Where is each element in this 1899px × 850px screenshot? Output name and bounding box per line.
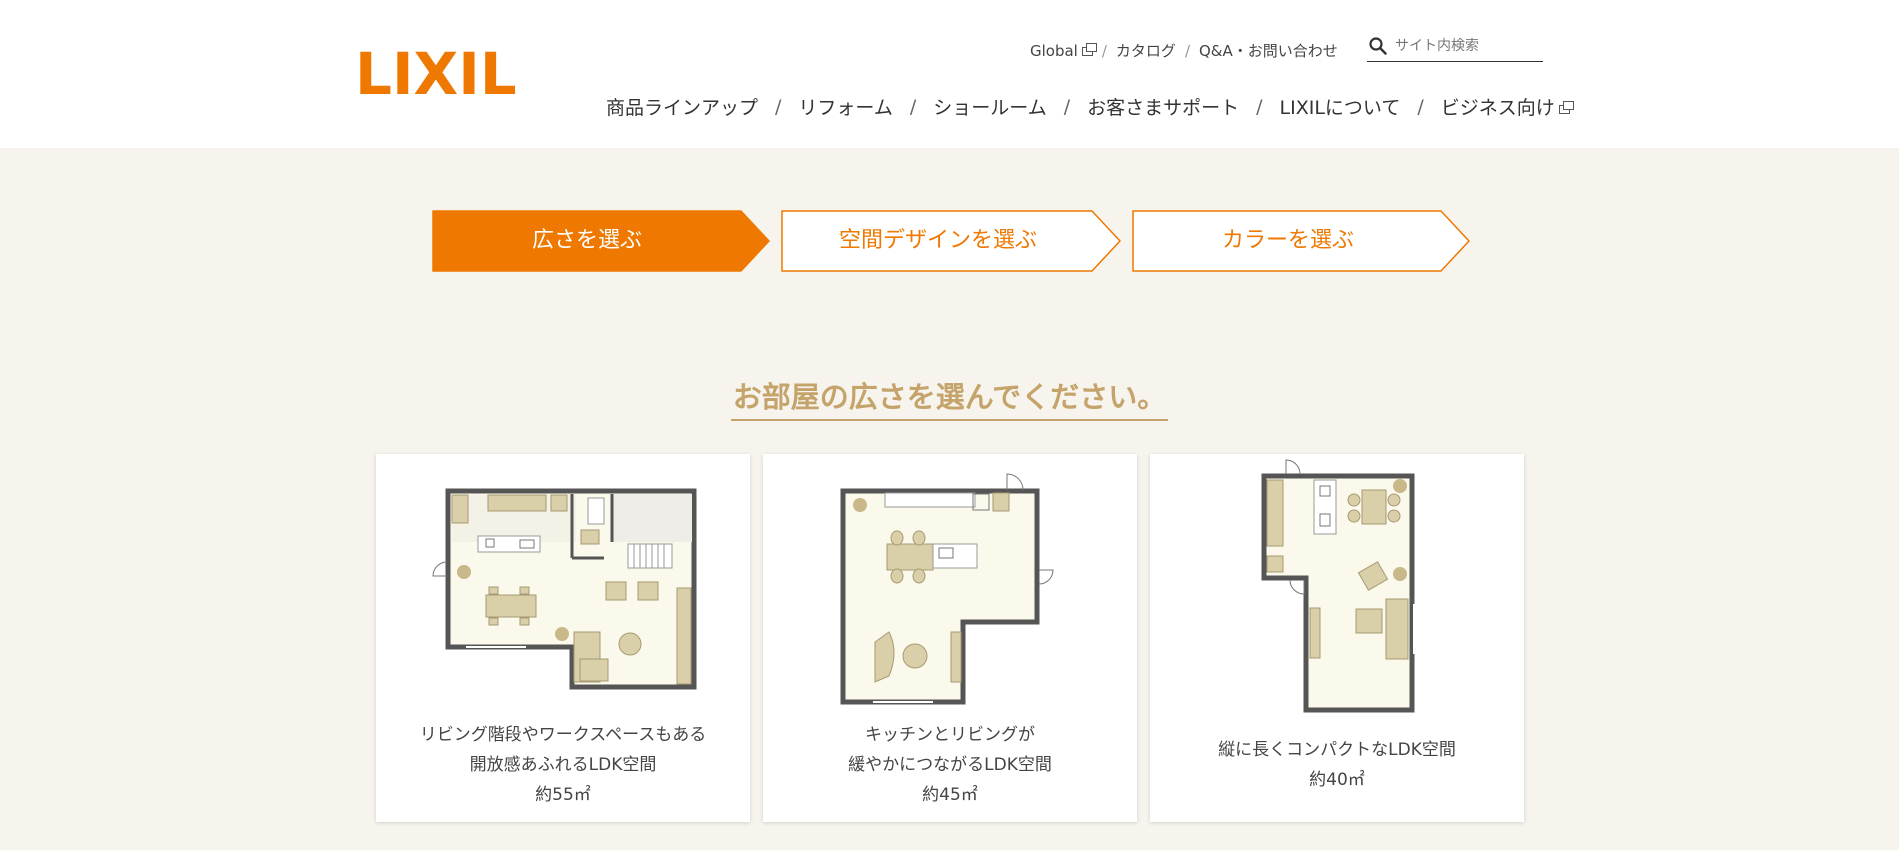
logo-text: LIXIL: [355, 40, 515, 100]
site-header: LIXIL Global / カタログ / Q&A・お問い合わせ 商品ラインアッ…: [0, 0, 1899, 148]
main-nav: 商品ラインアップ / リフォーム / ショールーム / お客さまサポート / L…: [606, 93, 1574, 120]
nav-separator: /: [909, 95, 917, 118]
search-input[interactable]: [1393, 37, 1537, 55]
step-size-label: 広さを選ぶ: [531, 228, 642, 253]
floorplan-card-55[interactable]: リビング階段やワークスペースもある 開放感あふれるLDK空間 約55㎡: [376, 454, 750, 822]
main-content: 広さを選ぶ 空間デザインを選ぶ カラーを選ぶ お部屋の広さを選んでください。 リ…: [0, 148, 1899, 850]
nav-products[interactable]: 商品ラインアップ: [606, 93, 758, 120]
floorplan-45-desc: キッチンとリビングが 緩やかにつながるLDK空間 約45㎡: [763, 720, 1137, 810]
site-search: [1367, 31, 1543, 62]
nav-separator: /: [1256, 95, 1263, 118]
nav-business-label: ビジネス向け: [1440, 97, 1555, 119]
nav-separator: /: [1063, 95, 1071, 118]
card-area: 約40㎡: [1309, 770, 1365, 790]
step-indicator: 広さを選ぶ 空間デザインを選ぶ カラーを選ぶ: [432, 210, 1472, 274]
utility-link-global[interactable]: Global: [1030, 41, 1097, 60]
nav-reform[interactable]: リフォーム: [798, 93, 892, 120]
utility-separator: /: [1101, 41, 1107, 60]
nav-support[interactable]: お客さまサポート: [1087, 93, 1239, 120]
card-area: 約55㎡: [535, 785, 591, 805]
card-desc-line: 開放感あふれるLDK空間: [469, 755, 657, 775]
utility-link-catalog[interactable]: カタログ: [1116, 40, 1176, 61]
section-heading: お部屋の広さを選んでください。: [0, 374, 1899, 421]
utility-separator: /: [1184, 41, 1190, 60]
lixil-logo[interactable]: LIXIL: [355, 40, 515, 100]
card-area: 約45㎡: [922, 785, 978, 805]
utility-link-global-label: Global: [1030, 41, 1078, 60]
card-desc-line: 縦に長くコンパクトなLDK空間: [1218, 740, 1456, 760]
floorplan-card-45[interactable]: キッチンとリビングが 緩やかにつながるLDK空間 約45㎡: [763, 454, 1137, 822]
section-heading-text: お部屋の広さを選んでください。: [730, 374, 1169, 421]
card-desc-line: 緩やかにつながるLDK空間: [848, 755, 1052, 775]
step-design-label: 空間デザインを選ぶ: [838, 228, 1037, 253]
nav-showroom[interactable]: ショールーム: [933, 93, 1046, 120]
utility-link-qa[interactable]: Q&A・お問い合わせ: [1199, 40, 1338, 61]
search-icon[interactable]: [1369, 37, 1387, 55]
external-window-icon: [1081, 42, 1097, 56]
utility-nav: Global / カタログ / Q&A・お問い合わせ: [1030, 40, 1338, 61]
nav-separator: /: [775, 95, 782, 118]
card-desc-line: リビング階段やワークスペースもある: [419, 725, 707, 745]
nav-separator: /: [1417, 95, 1424, 118]
nav-about[interactable]: LIXILについて: [1280, 93, 1401, 120]
floorplan-40-desc: 縦に長くコンパクトなLDK空間 約40㎡: [1150, 735, 1524, 795]
nav-business[interactable]: ビジネス向け: [1440, 93, 1574, 120]
floorplan-card-40[interactable]: 縦に長くコンパクトなLDK空間 約40㎡: [1150, 454, 1524, 822]
step-color-label: カラーを選ぶ: [1221, 228, 1354, 253]
card-desc-line: キッチンとリビングが: [865, 725, 1035, 745]
floorplan-55-desc: リビング階段やワークスペースもある 開放感あふれるLDK空間 約55㎡: [376, 720, 750, 810]
external-window-icon: [1558, 101, 1574, 114]
